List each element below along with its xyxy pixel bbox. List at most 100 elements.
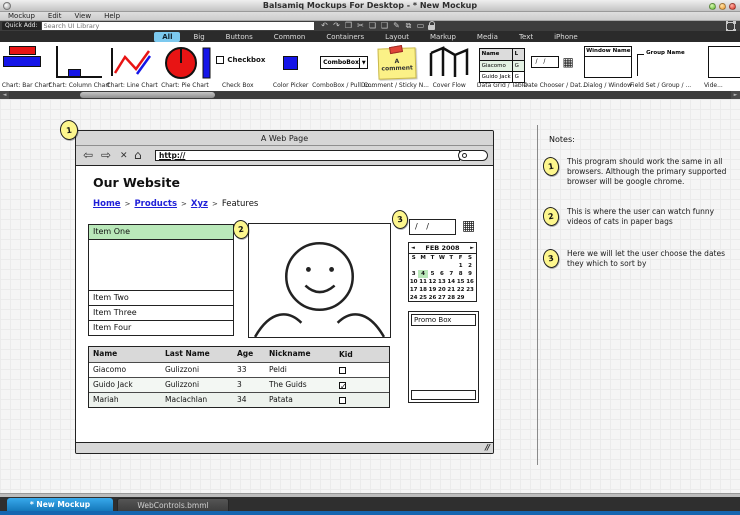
breadcrumb-link[interactable]: Xyz xyxy=(191,199,208,209)
tab-iphone[interactable]: iPhone xyxy=(546,32,586,42)
tab-buttons[interactable]: Buttons xyxy=(218,32,261,42)
note-marker-2[interactable]: 2 xyxy=(541,206,560,227)
note-item-3[interactable]: 3 Here we will let the user choose the d… xyxy=(543,249,735,269)
tab-layout[interactable]: Layout xyxy=(377,32,417,42)
url-field[interactable]: http:// xyxy=(155,150,460,161)
browser-window-widget[interactable]: A Web Page ⇦ ⇨ ✕ ⌂ http:// Our Website H… xyxy=(75,130,494,454)
promo-box-widget[interactable]: Promo Box xyxy=(408,311,479,403)
calendar-day[interactable]: 7 xyxy=(447,270,456,278)
tab-text[interactable]: Text xyxy=(511,32,541,42)
tab-all[interactable]: All xyxy=(154,32,180,42)
calendar-day[interactable]: 27 xyxy=(437,294,446,302)
library-item-combobox[interactable]: ComboBox ▼ ComboBox / PullDo... xyxy=(317,42,370,91)
calendar-day[interactable]: 23 xyxy=(465,286,474,294)
transform-icon[interactable] xyxy=(726,22,735,31)
calendar-day[interactable]: 1 xyxy=(456,262,465,270)
calendar-day[interactable]: 16 xyxy=(465,278,474,286)
library-item-bar-chart[interactable]: Chart: Bar Chart xyxy=(0,42,53,91)
kid-checkbox[interactable] xyxy=(339,397,346,404)
table-row[interactable]: Guido Jack Gulizzoni 3 The Guids xyxy=(89,377,389,392)
calendar-day[interactable]: 8 xyxy=(456,270,465,278)
redo-icon[interactable]: ↷ xyxy=(332,21,342,31)
notes-title[interactable]: Notes: xyxy=(549,135,575,144)
lock-icon[interactable] xyxy=(428,25,435,30)
calendar-day[interactable]: 12 xyxy=(428,278,437,286)
resize-grip-icon[interactable]: // xyxy=(485,443,489,453)
library-item-column-chart[interactable]: Chart: Column Chart xyxy=(53,42,106,91)
calendar-day[interactable]: 9 xyxy=(465,270,474,278)
breadcrumb-link[interactable]: Products xyxy=(134,199,177,209)
cut-icon[interactable]: ✂ xyxy=(356,21,366,31)
date-input-widget[interactable]: / / xyxy=(409,219,456,235)
site-heading[interactable]: Our Website xyxy=(93,175,180,190)
calendar-day[interactable]: 28 xyxy=(447,294,456,302)
breadcrumb[interactable]: Home > Products > Xyz > Features xyxy=(93,199,258,209)
menu-mockup[interactable]: Mockup xyxy=(8,12,35,21)
kid-checkbox[interactable] xyxy=(339,382,346,389)
note-marker-1[interactable]: 1 xyxy=(541,156,560,177)
kid-checkbox[interactable] xyxy=(339,367,346,374)
calendar-day[interactable]: 6 xyxy=(437,270,446,278)
calendar-prev-icon[interactable]: ◄ xyxy=(411,245,415,251)
tab-new-mockup[interactable]: * New Mockup xyxy=(7,498,113,511)
data-grid-widget[interactable]: Name Last Name Age Nickname Kid Giacomo … xyxy=(88,346,390,408)
calendar-day[interactable]: 18 xyxy=(418,286,427,294)
library-item-pie-chart[interactable]: Chart: Pie Chart xyxy=(159,42,212,91)
calendar-day[interactable]: 17 xyxy=(409,286,418,294)
tab-webcontrols[interactable]: WebControls.bmml xyxy=(117,498,229,511)
library-item-comment[interactable]: A comment Comment / Sticky N... xyxy=(370,42,423,91)
tab-markup[interactable]: Markup xyxy=(422,32,464,42)
calendar-day[interactable]: 2 xyxy=(465,262,474,270)
calendar-day[interactable]: 14 xyxy=(447,278,456,286)
list-item[interactable]: Item Four xyxy=(89,320,233,335)
search-input[interactable] xyxy=(42,22,314,30)
library-item-video[interactable]: Vide... xyxy=(687,42,740,91)
calendar-widget[interactable]: ◄ FEB 2008 ► SMTWTFS 1234567891011121314… xyxy=(408,242,477,302)
browser-nav-bar[interactable]: ⇦ ⇨ ✕ ⌂ http:// xyxy=(76,146,493,166)
paste-icon[interactable]: ❑ xyxy=(380,21,390,31)
list-item-selected[interactable]: Item One xyxy=(89,225,233,240)
browser-title-bar[interactable]: A Web Page xyxy=(76,131,493,146)
menu-view[interactable]: View xyxy=(74,12,91,21)
minimize-button[interactable] xyxy=(709,3,716,10)
mockup-canvas[interactable]: 1 2 3 A Web Page ⇦ ⇨ ✕ ⌂ http:// Our Web… xyxy=(0,99,740,493)
calendar-day[interactable]: 11 xyxy=(418,278,427,286)
library-item-dialog-window[interactable]: Window Name Dialog / Window xyxy=(581,42,634,91)
ungroup-icon[interactable]: ▭ xyxy=(416,21,426,31)
calendar-button[interactable]: ▦ xyxy=(462,218,475,234)
list-item[interactable]: Item Three xyxy=(89,305,233,320)
group-icon[interactable]: ⧉ xyxy=(404,21,414,31)
calendar-next-icon[interactable]: ► xyxy=(470,245,474,251)
calendar-day[interactable]: 21 xyxy=(447,286,456,294)
tab-containers[interactable]: Containers xyxy=(318,32,372,42)
list-item[interactable]: Item Two xyxy=(89,290,233,305)
menu-edit[interactable]: Edit xyxy=(48,12,62,21)
library-item-date-chooser[interactable]: / / ▦ Date Chooser / Dat... xyxy=(528,42,581,91)
library-item-field-set[interactable]: Group Name Field Set / Group / ... xyxy=(634,42,687,91)
browser-search-field[interactable] xyxy=(458,150,488,161)
library-scrollbar[interactable]: ◄ ► xyxy=(0,91,740,99)
calendar-day[interactable]: 19 xyxy=(428,286,437,294)
calendar-day[interactable]: 25 xyxy=(418,294,427,302)
list-widget[interactable]: Item One Item Two Item Three Item Four xyxy=(88,224,234,336)
duplicate-icon[interactable]: ❐ xyxy=(344,21,354,31)
library-item-data-grid[interactable]: Name L Giacomo G Guido Jack G Data Grid … xyxy=(476,42,529,91)
calendar-day[interactable]: 15 xyxy=(456,278,465,286)
scroll-right-icon[interactable]: ► xyxy=(731,91,740,99)
zoom-button[interactable] xyxy=(719,3,726,10)
calendar-day[interactable]: 24 xyxy=(409,294,418,302)
tab-media[interactable]: Media xyxy=(469,32,506,42)
image-placeholder-widget[interactable] xyxy=(248,223,391,338)
calendar-day[interactable]: 22 xyxy=(456,286,465,294)
close-button[interactable] xyxy=(729,3,736,10)
table-row[interactable]: Mariah Maclachlan 34 Patata xyxy=(89,392,389,407)
library-item-check-box[interactable]: Checkbox Check Box xyxy=(211,42,264,91)
library-item-color-picker[interactable]: Color Picker xyxy=(264,42,317,91)
calendar-day[interactable]: 3 xyxy=(409,270,418,278)
calendar-day[interactable]: 20 xyxy=(437,286,446,294)
calendar-day[interactable]: 4 xyxy=(418,270,427,278)
tab-big[interactable]: Big xyxy=(185,32,212,42)
note-item-2[interactable]: 2 This is where the user can watch funny… xyxy=(543,207,735,227)
menu-help[interactable]: Help xyxy=(104,12,120,21)
calendar-day[interactable]: 29 xyxy=(456,294,465,302)
